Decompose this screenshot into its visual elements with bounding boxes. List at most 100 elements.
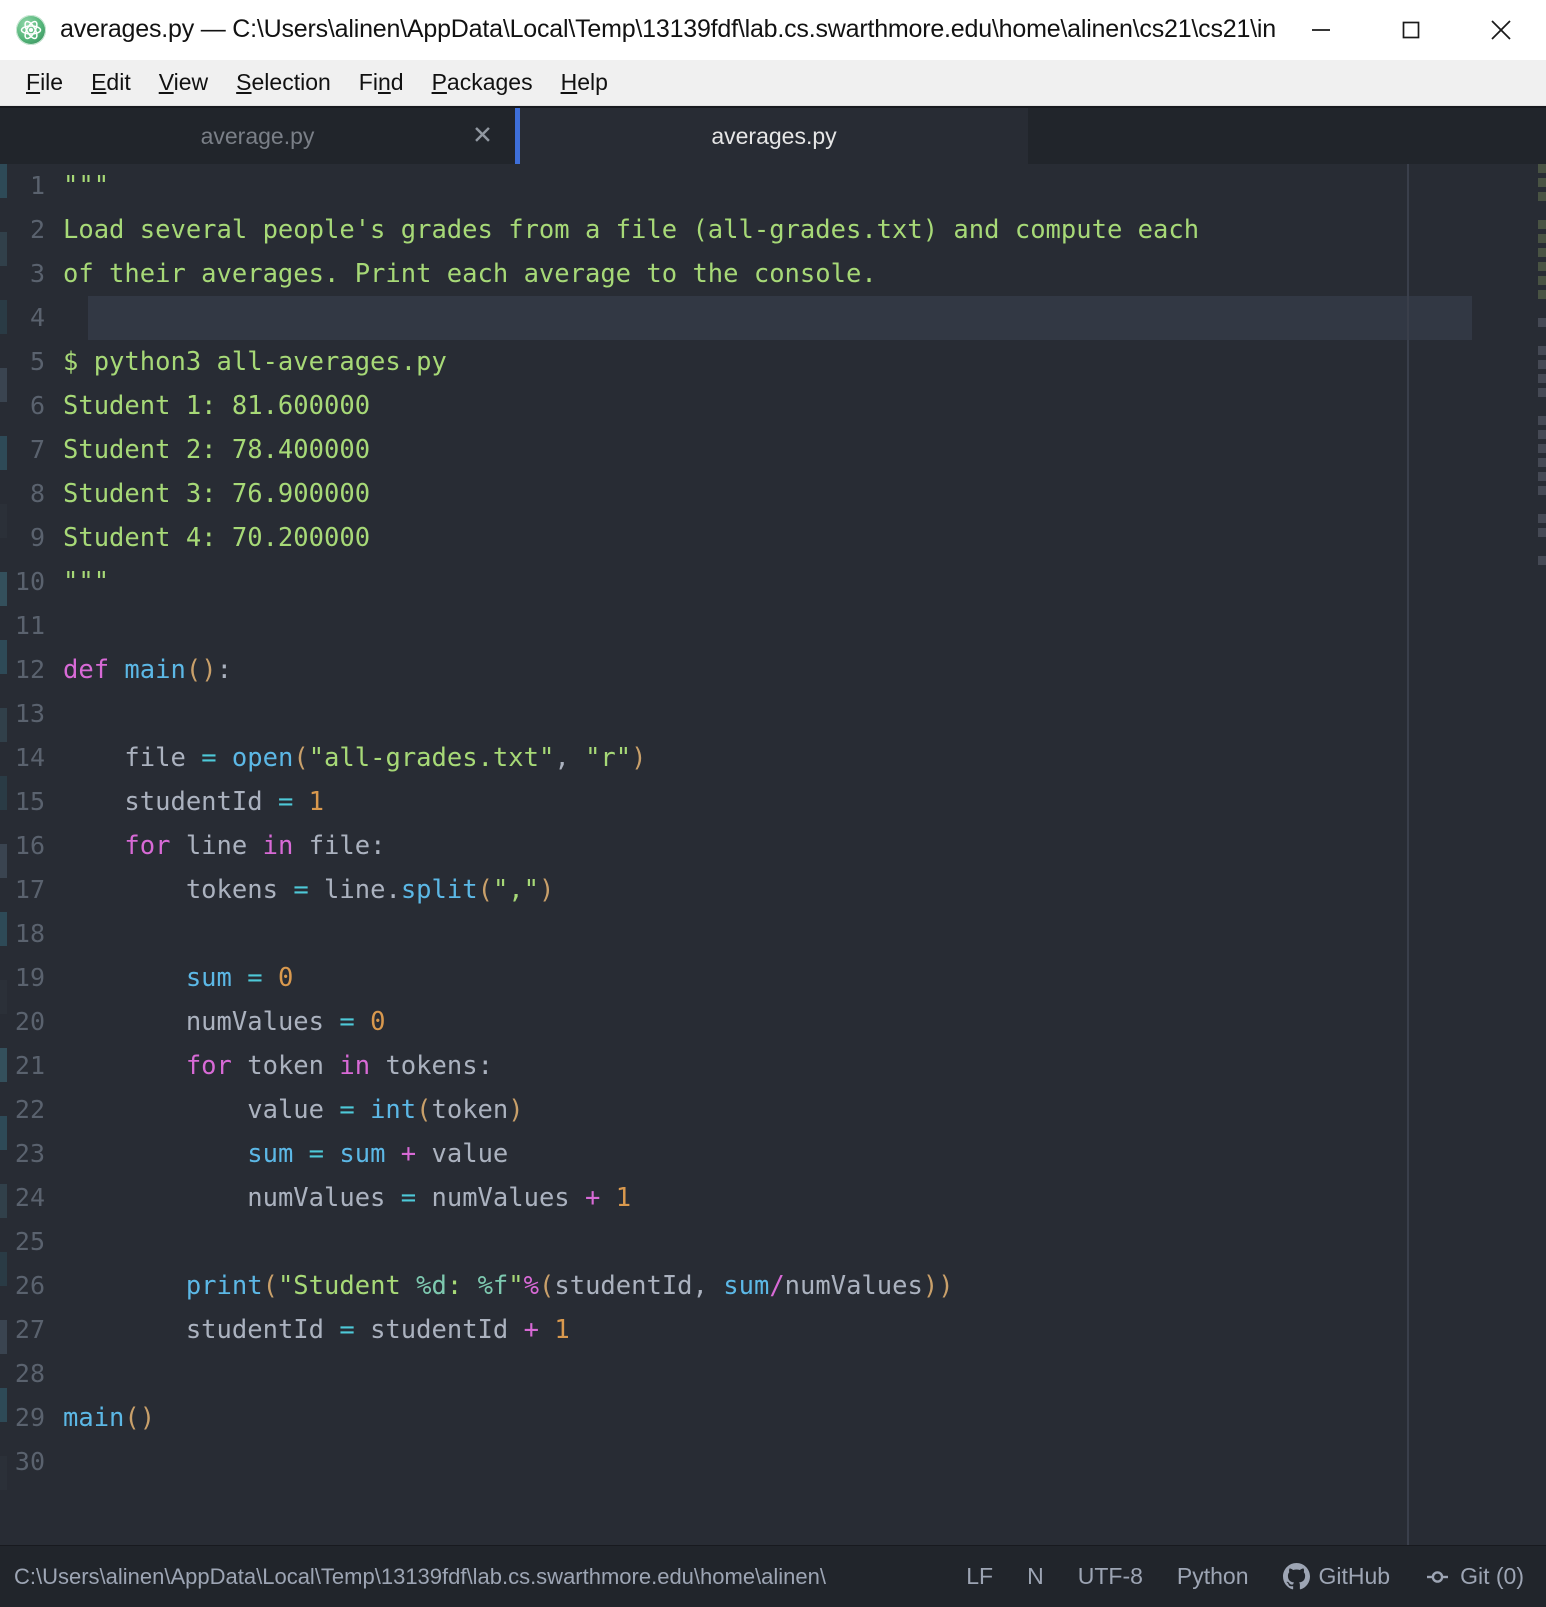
minimize-icon[interactable] [1276, 0, 1366, 59]
minimap-line [1538, 458, 1546, 467]
code-line[interactable]: 17 tokens = line.split(",") [7, 868, 1538, 912]
code-line[interactable]: 8 Student 3: 76.900000 [7, 472, 1538, 516]
left-strip-segment [0, 708, 7, 742]
line-number: 28 [14, 1359, 45, 1388]
menu-item-find[interactable]: Find [345, 67, 418, 98]
line-number: 17 [14, 875, 45, 904]
code-line[interactable]: 19 sum = 0 [7, 956, 1538, 1000]
code-line[interactable]: 4 [7, 296, 1538, 340]
maximize-icon[interactable] [1366, 0, 1456, 59]
line-number: 26 [14, 1271, 45, 1300]
code-line[interactable]: 29 main() [7, 1396, 1538, 1440]
code-line[interactable]: 30 [7, 1440, 1538, 1484]
line-content: file = open("all-grades.txt", "r") [124, 743, 647, 773]
left-strip-segment [0, 266, 7, 300]
left-strip-segment [0, 980, 7, 1014]
tab-average-py[interactable]: average.py ✕ [0, 108, 515, 164]
status-github[interactable]: GitHub [1282, 1563, 1391, 1590]
code-line[interactable]: 9 Student 4: 70.200000 [7, 516, 1538, 560]
menu-item-edit[interactable]: Edit [77, 67, 145, 98]
line-number: 2 [29, 215, 45, 244]
code-line[interactable]: 12 def main(): [7, 648, 1538, 692]
code-line[interactable]: 22 value = int(token) [7, 1088, 1538, 1132]
left-strip-segment [0, 1456, 7, 1490]
minimap-line [1538, 388, 1546, 397]
menu-item-selection[interactable]: Selection [222, 67, 345, 98]
code-line[interactable]: 6 Student 1: 81.600000 [7, 384, 1538, 428]
code-line[interactable]: 2 Load several people's grades from a fil… [7, 208, 1538, 252]
status-indent[interactable]: N [1027, 1563, 1044, 1590]
left-strip-segment [0, 742, 7, 776]
minimap-line [1538, 472, 1546, 481]
code-line[interactable]: 26 print("Student %d: %f"%(studentId, su… [7, 1264, 1538, 1308]
line-content: Student 3: 76.900000 [63, 479, 371, 509]
code-line[interactable]: 3 of their averages. Print each average t… [7, 252, 1538, 296]
code-line[interactable]: 7 Student 2: 78.400000 [7, 428, 1538, 472]
atom-icon [16, 14, 46, 45]
minimap-line [1538, 360, 1546, 369]
menu-item-packages[interactable]: Packages [418, 67, 547, 98]
line-content: sum = sum + value [247, 1139, 509, 1169]
code-line[interactable]: 13 [7, 692, 1538, 736]
minimap[interactable] [1538, 164, 1546, 1545]
status-git-label: Git (0) [1460, 1563, 1524, 1589]
minimap-line [1538, 248, 1546, 257]
tab-averages-py[interactable]: averages.py [515, 108, 1028, 164]
left-strip-segment [0, 368, 7, 402]
line-content: value = int(token) [247, 1095, 524, 1125]
menu-item-file[interactable]: File [12, 67, 77, 98]
status-encoding[interactable]: UTF-8 [1078, 1563, 1143, 1590]
code-line[interactable]: 20 numValues = 0 [7, 1000, 1538, 1044]
status-line-ending[interactable]: LF [966, 1563, 993, 1590]
line-number: 4 [29, 303, 45, 332]
code-line[interactable]: 25 [7, 1220, 1538, 1264]
line-number: 27 [14, 1315, 45, 1344]
close-icon[interactable] [1456, 0, 1546, 59]
minimap-line [1538, 346, 1546, 355]
code-editor[interactable]: 1 """ 2 Load several people's grades from a… [7, 164, 1538, 1545]
code-line[interactable]: 18 [7, 912, 1538, 956]
menu-item-view[interactable]: View [145, 67, 222, 98]
left-strip-segment [0, 946, 7, 980]
code-line[interactable]: 28 [7, 1352, 1538, 1396]
left-strip-segment [0, 878, 7, 912]
code-line[interactable]: 10 """ [7, 560, 1538, 604]
code-line[interactable]: 24 numValues = numValues + 1 [7, 1176, 1538, 1220]
line-content: def main(): [63, 655, 232, 685]
minimap-line [1538, 276, 1546, 285]
status-file-path[interactable]: C:\Users\alinen\AppData\Local\Temp\13139… [14, 1564, 826, 1590]
code-line[interactable]: 16 for line in file: [7, 824, 1538, 868]
left-strip-segment [0, 1048, 7, 1082]
left-strip-segment [0, 198, 7, 232]
line-content: numValues = numValues + 1 [247, 1183, 632, 1213]
line-number: 21 [14, 1051, 45, 1080]
status-grammar[interactable]: Python [1177, 1563, 1249, 1590]
line-number: 24 [14, 1183, 45, 1212]
minimap-line [1538, 192, 1546, 201]
minimap-line [1538, 178, 1546, 187]
left-strip-segment [0, 844, 7, 878]
tab-label: average.py [200, 122, 315, 149]
code-line[interactable]: 5 $ python3 all-averages.py [7, 340, 1538, 384]
left-strip-segment [0, 810, 7, 844]
line-content: numValues = 0 [185, 1007, 386, 1037]
status-git[interactable]: Git (0) [1424, 1563, 1524, 1590]
code-line[interactable]: 11 [7, 604, 1538, 648]
code-line[interactable]: 23 sum = sum + value [7, 1132, 1538, 1176]
code-line[interactable]: 21 for token in tokens: [7, 1044, 1538, 1088]
code-line[interactable]: 15 studentId = 1 [7, 780, 1538, 824]
window-controls [1276, 0, 1546, 59]
code-line[interactable]: 14 file = open("all-grades.txt", "r") [7, 736, 1538, 780]
left-strip-segment [0, 504, 7, 538]
close-icon[interactable]: ✕ [472, 123, 493, 149]
left-strip-segment [0, 606, 7, 640]
line-content: of their averages. Print each average to… [63, 259, 877, 289]
line-content: for line in file: [124, 831, 386, 861]
line-number: 19 [14, 963, 45, 992]
code-line[interactable]: 1 """ [7, 164, 1538, 208]
code-line[interactable]: 27 studentId = studentId + 1 [7, 1308, 1538, 1352]
status-github-label: GitHub [1318, 1563, 1391, 1589]
menu-item-help[interactable]: Help [547, 67, 622, 98]
minimap-line [1538, 290, 1546, 299]
title-bar: averages.py — C:\Users\alinen\AppData\Lo… [0, 0, 1546, 60]
